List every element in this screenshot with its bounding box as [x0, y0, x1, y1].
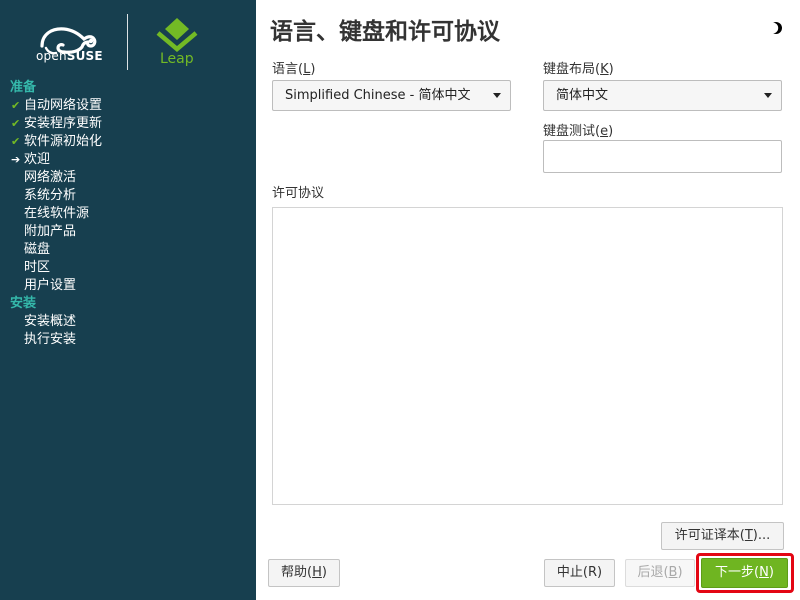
- chevron-down-icon: [764, 93, 772, 98]
- sidebar: openSUSE Leap 准备 ✔ 自动网络设置 ✔ 安装程序更新 ✔ 软件源初始化…: [0, 0, 256, 600]
- page-title: 语言、键盘和许可协议: [270, 19, 500, 45]
- check-icon: ✔: [11, 117, 21, 130]
- step-network-activation: 网络激活: [24, 170, 77, 185]
- license-text-area[interactable]: [272, 207, 783, 505]
- step-addon-products: 附加产品: [24, 224, 77, 239]
- opensuse-wordmark: openSUSE: [36, 49, 103, 63]
- step-installer-update: ✔ 安装程序更新: [11, 116, 103, 131]
- step-system-analysis: 系统分析: [24, 188, 77, 203]
- step-repo-init: ✔ 软件源初始化: [11, 134, 103, 149]
- next-button[interactable]: 下一步(N): [701, 558, 788, 588]
- back-button[interactable]: 后退(B): [625, 559, 695, 587]
- step-install-overview: 安装概述: [24, 314, 77, 329]
- leap-logo-icon: [156, 18, 198, 52]
- keyboard-test-label: 键盘测试(e): [543, 124, 614, 139]
- step-user-settings: 用户设置: [24, 278, 77, 293]
- license-translations-button[interactable]: 许可证译本(T)...: [661, 522, 784, 550]
- step-auto-network: ✔ 自动网络设置: [11, 98, 103, 113]
- logo-divider: [127, 14, 128, 70]
- step-group-prepare: 准备: [10, 80, 37, 95]
- check-icon: ✔: [11, 99, 21, 112]
- keyboard-layout-label: 键盘布局(K): [543, 62, 614, 77]
- step-perform-install: 执行安装: [24, 332, 77, 347]
- logo-area: openSUSE Leap: [0, 0, 256, 78]
- installation-steps: 准备 ✔ 自动网络设置 ✔ 安装程序更新 ✔ 软件源初始化 ➔ 欢迎 网络激活 系统分析…: [0, 79, 256, 349]
- leap-wordmark: Leap: [160, 51, 194, 67]
- language-combobox[interactable]: Simplified Chinese - 简体中文: [272, 80, 511, 111]
- arrow-right-icon: ➔: [11, 153, 21, 166]
- step-timezone: 时区: [24, 260, 51, 275]
- theme-toggle-icon[interactable]: [768, 20, 784, 36]
- step-group-install: 安装: [10, 296, 37, 311]
- language-label: 语言(L): [272, 62, 316, 77]
- abort-button[interactable]: 中止(R): [544, 559, 615, 587]
- step-disk: 磁盘: [24, 242, 51, 257]
- license-label: 许可协议: [272, 186, 325, 201]
- keyboard-layout-combobox[interactable]: 简体中文: [543, 80, 782, 111]
- step-welcome: ➔ 欢迎: [11, 152, 51, 167]
- chevron-down-icon: [493, 93, 501, 98]
- step-online-repos: 在线软件源: [24, 206, 90, 221]
- keyboard-test-input[interactable]: [543, 140, 782, 173]
- check-icon: ✔: [11, 135, 21, 148]
- help-button[interactable]: 帮助(H): [268, 559, 340, 587]
